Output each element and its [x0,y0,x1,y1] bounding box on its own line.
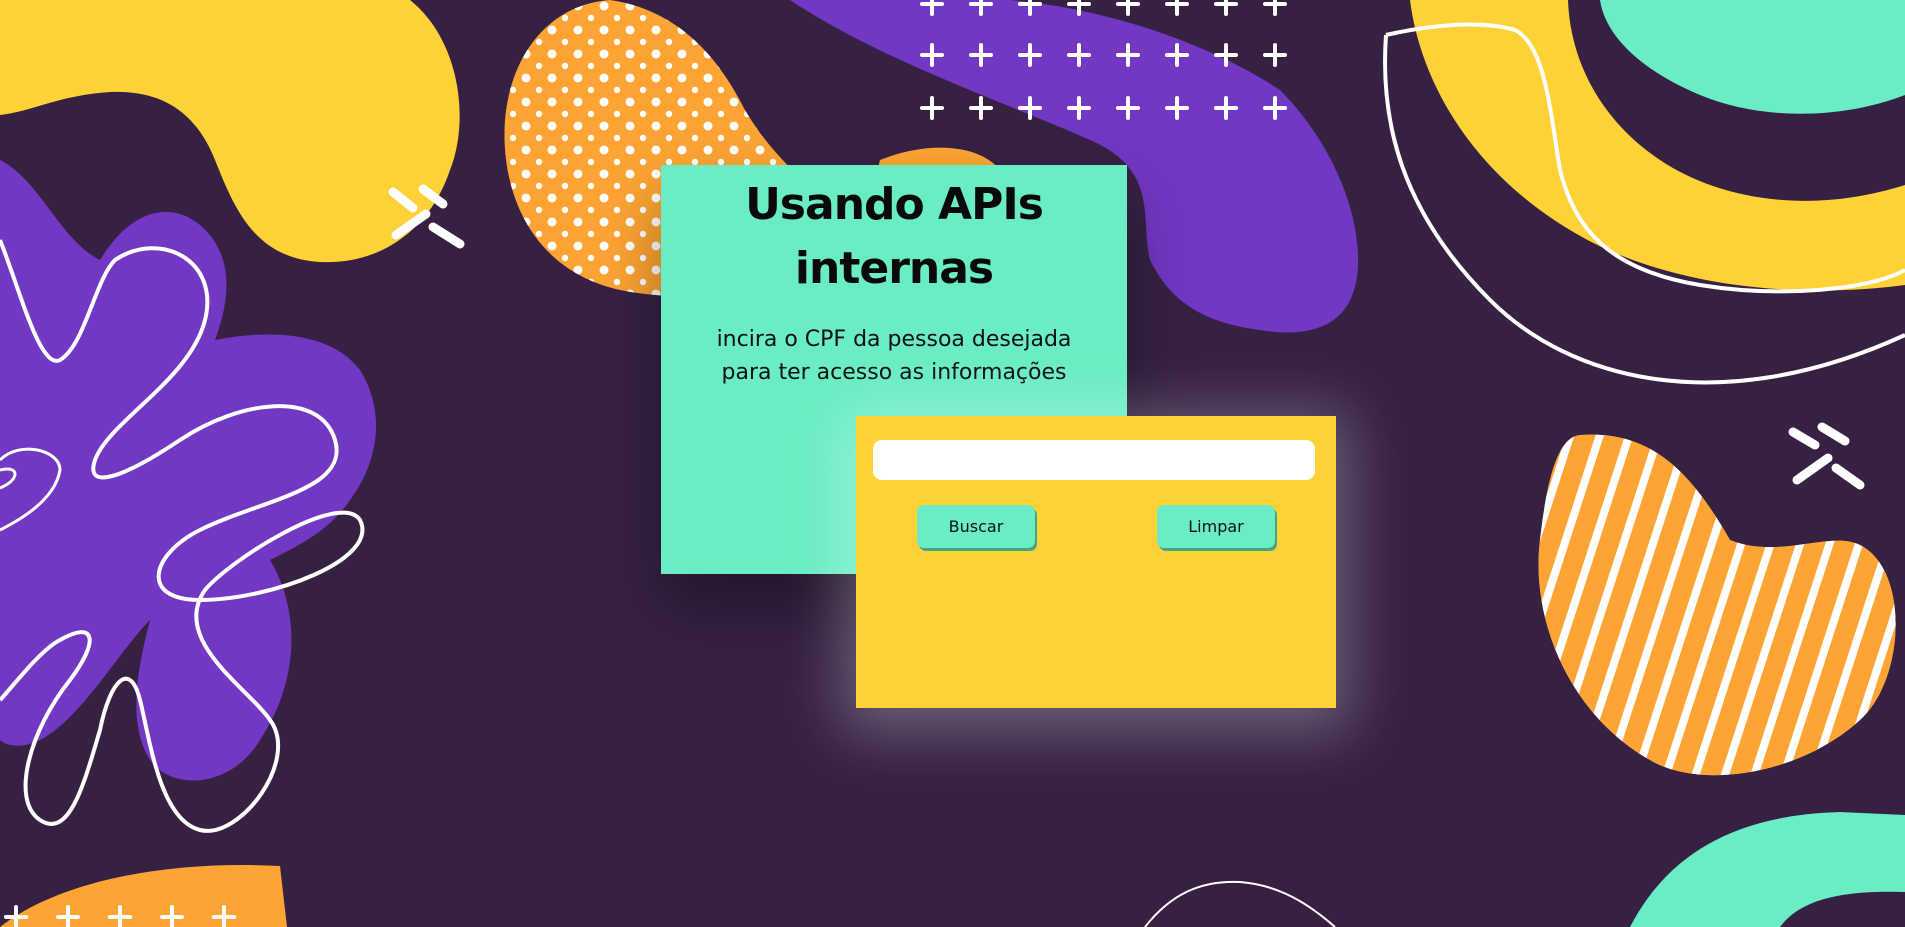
instructions-text: incira o CPF da pessoa desejada para ter… [681,323,1107,389]
instructions-line-2: para ter acesso as informações [721,360,1067,385]
instructions-line-1: incira o CPF da pessoa desejada [716,327,1072,352]
page-title-line-2: internas [794,243,994,294]
search-form-card: Buscar Limpar [856,416,1336,708]
page-title: Usando APIs internas [661,165,1127,301]
search-button[interactable]: Buscar [917,505,1035,548]
page-title-line-1: Usando APIs [745,179,1044,230]
cpf-input[interactable] [873,440,1315,480]
clear-button[interactable]: Limpar [1157,505,1275,548]
